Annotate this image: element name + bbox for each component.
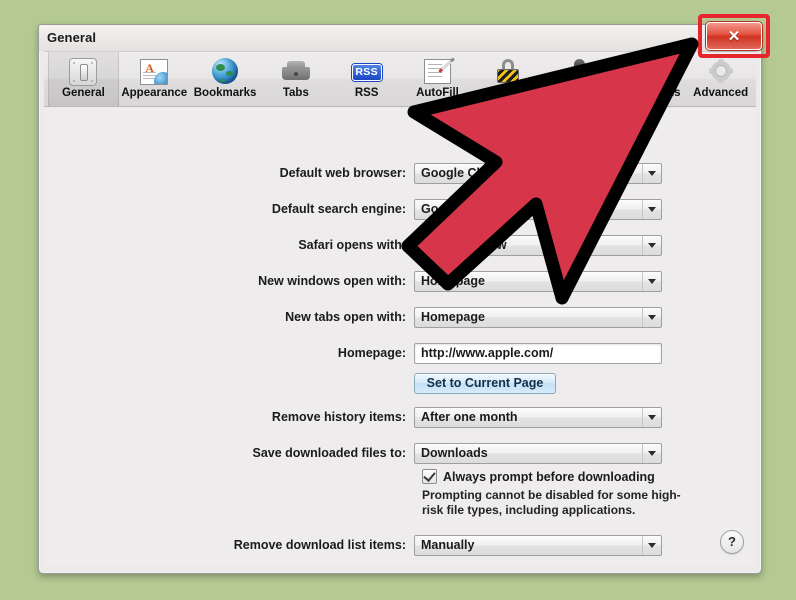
always-prompt-row[interactable]: Always prompt before downloading: [422, 469, 655, 484]
bookmarks-globe-icon: [210, 56, 240, 86]
chevron-down-icon[interactable]: [642, 443, 661, 463]
row-set-current-page: Set to Current Page: [44, 370, 756, 396]
toolbar-label-general: General: [62, 87, 105, 99]
toolbar-item-rss[interactable]: RSS RSS: [331, 52, 402, 106]
label-remove-history: Remove history items:: [271, 410, 406, 424]
toolbar-item-security[interactable]: Security: [473, 52, 544, 106]
advanced-gear-icon: [706, 56, 736, 86]
row-remove-history: Remove history items: After one month: [44, 404, 756, 430]
set-to-current-page-button[interactable]: Set to Current Page: [414, 372, 556, 394]
tabs-icon: [281, 56, 311, 86]
rss-icon-text: RSS: [351, 64, 382, 81]
security-lock-icon: [493, 56, 523, 86]
appearance-icon: [139, 56, 169, 86]
toolbar-item-bookmarks[interactable]: Bookmarks: [190, 52, 261, 106]
toolbar-label-appearance: Appearance: [121, 87, 188, 99]
always-prompt-label: Always prompt before downloading: [443, 469, 655, 484]
chevron-down-icon[interactable]: [642, 535, 661, 555]
toolbar-label-advanced: Advanced: [693, 87, 749, 99]
always-prompt-checkbox[interactable]: [422, 469, 437, 484]
save-downloads-value: Downloads: [421, 445, 488, 460]
autofill-icon: [422, 56, 452, 86]
rss-icon: RSS: [351, 56, 382, 86]
toolbar-label-security: Security: [485, 87, 531, 99]
new-windows-popup[interactable]: Homepage: [414, 270, 662, 292]
toolbar-label-tabs: Tabs: [282, 87, 309, 99]
preferences-window: General General Appearance Bookmarks: [38, 24, 762, 574]
row-default-search: Default search engine: Google: [44, 196, 756, 222]
toolbar-item-privacy[interactable]: Privacy: [544, 52, 615, 106]
row-remove-download-items: Remove download list items: Manually: [44, 532, 756, 558]
row-new-tabs: New tabs open with: Homepage: [44, 304, 756, 330]
chevron-down-icon[interactable]: [643, 164, 661, 183]
row-homepage: Homepage: http://www.apple.com/: [44, 340, 756, 366]
label-default-search: Default search engine:: [271, 202, 406, 216]
remove-history-popup[interactable]: After one month: [414, 406, 662, 428]
window-titlebar[interactable]: General: [39, 25, 761, 51]
chevron-down-icon[interactable]: [642, 271, 661, 291]
remove-download-items-popup[interactable]: Manually: [414, 534, 662, 556]
default-search-popup[interactable]: Google: [414, 198, 662, 220]
label-new-tabs: New tabs open with:: [285, 310, 406, 324]
toolbar-label-extensions: Extensions: [619, 87, 681, 99]
help-button[interactable]: ?: [720, 530, 744, 554]
prompt-note: Prompting cannot be disabled for some hi…: [422, 488, 681, 517]
extensions-puzzle-icon: [631, 56, 665, 86]
close-button[interactable]: ✕: [706, 22, 762, 50]
save-downloads-popup[interactable]: Downloads: [414, 442, 662, 464]
close-icon: ✕: [727, 27, 741, 45]
page-title: General: [47, 30, 97, 45]
privacy-person-icon: [564, 56, 594, 86]
label-remove-download-items: Remove download list items:: [233, 538, 406, 552]
row-default-browser: Default web browser: Google Chrome: [44, 160, 756, 186]
toolbar-item-extensions[interactable]: Extensions: [614, 52, 685, 106]
general-icon: [68, 56, 98, 86]
toolbar-item-appearance[interactable]: Appearance: [119, 52, 190, 106]
label-homepage: Homepage:: [337, 346, 406, 360]
row-save-downloads: Save downloaded files to: Downloads: [44, 440, 756, 466]
chevron-down-icon[interactable]: [642, 235, 661, 255]
safari-opens-with-popup[interactable]: A new window: [414, 234, 662, 256]
toolbar-item-general[interactable]: General: [48, 52, 119, 106]
toolbar-label-autofill: AutoFill: [416, 87, 459, 99]
new-tabs-value: Homepage: [421, 309, 485, 324]
label-default-browser: Default web browser:: [279, 166, 406, 180]
row-new-windows: New windows open with: Homepage: [44, 268, 756, 294]
label-new-windows: New windows open with:: [258, 274, 406, 288]
new-windows-value: Homepage: [421, 273, 485, 288]
chevron-down-icon[interactable]: [642, 407, 661, 427]
label-save-downloads: Save downloaded files to:: [252, 446, 407, 460]
general-preferences-pane: Default web browser: Google Chrome Defau…: [44, 108, 756, 566]
homepage-input[interactable]: http://www.apple.com/: [414, 342, 662, 364]
remove-download-items-value: Manually: [421, 537, 475, 552]
label-safari-opens-with: Safari opens with:: [298, 238, 406, 252]
remove-history-value: After one month: [421, 409, 518, 424]
screen: General General Appearance Bookmarks: [0, 0, 796, 600]
chevron-down-icon[interactable]: [642, 307, 661, 327]
chevron-down-icon[interactable]: [642, 199, 661, 219]
preferences-toolbar: General Appearance Bookmarks Tabs: [44, 51, 756, 107]
toolbar-label-privacy: Privacy: [558, 87, 600, 99]
default-browser-popup[interactable]: Google Chrome: [414, 162, 662, 184]
toolbar-label-rss: RSS: [354, 87, 379, 99]
toolbar-label-bookmarks: Bookmarks: [193, 87, 257, 99]
safari-opens-with-value: A new window: [421, 237, 507, 252]
toolbar-item-advanced[interactable]: Advanced: [685, 52, 756, 106]
toolbar-item-autofill[interactable]: AutoFill: [402, 52, 473, 106]
toolbar-item-tabs[interactable]: Tabs: [260, 52, 331, 106]
row-safari-opens-with: Safari opens with: A new window: [44, 232, 756, 258]
new-tabs-popup[interactable]: Homepage: [414, 306, 662, 328]
